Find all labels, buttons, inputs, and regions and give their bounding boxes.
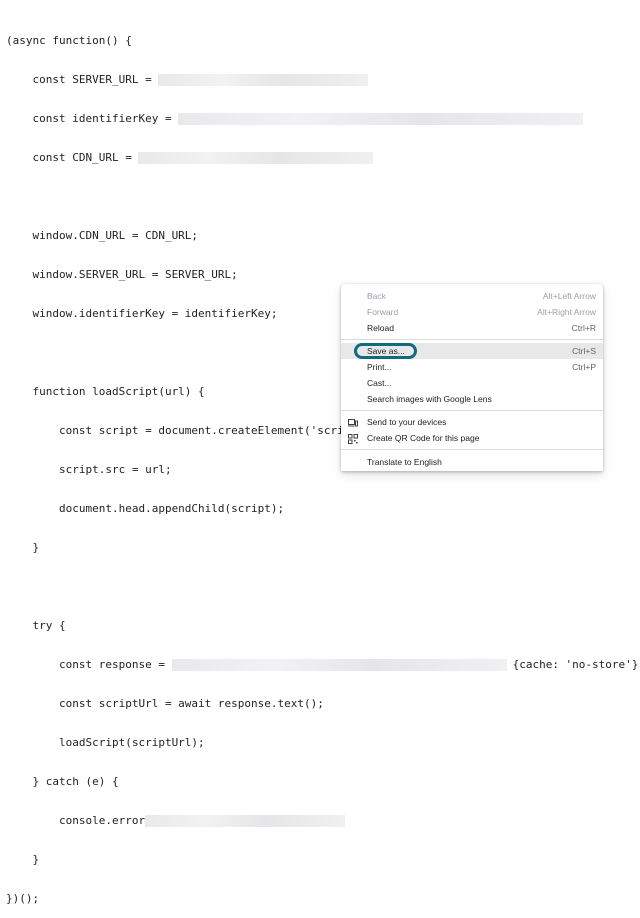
redacted-value	[138, 152, 374, 164]
redacted-value	[145, 815, 346, 827]
menu-item-label: Cast...	[367, 378, 392, 388]
code-line: (async function() {	[6, 34, 132, 47]
menu-item-shortcut: Ctrl+P	[572, 362, 596, 372]
menu-item-label: Reload	[367, 323, 394, 333]
menu-item-label: Save as...	[367, 346, 405, 356]
qr-code-icon	[348, 433, 358, 444]
menu-separator	[341, 449, 603, 450]
code-line: window.CDN_URL = CDN_URL;	[6, 229, 199, 242]
menu-item-cast[interactable]: Cast...	[341, 375, 603, 391]
code-line: }	[6, 853, 40, 866]
menu-separator	[341, 339, 603, 340]
menu-item-label: Send to your devices	[367, 417, 447, 427]
redacted-value	[178, 113, 584, 125]
code-line: console.error	[6, 814, 640, 827]
menu-item-shortcut: Alt+Right Arrow	[537, 307, 596, 317]
menu-item-label: Search images with Google Lens	[367, 394, 492, 404]
menu-item-label: Back	[367, 291, 386, 301]
menu-item-translate[interactable]: Translate to English	[341, 454, 603, 470]
code-line: const CDN_URL =	[6, 151, 640, 164]
menu-item-search-lens[interactable]: Search images with Google Lens	[341, 391, 603, 407]
menu-separator	[341, 410, 603, 411]
menu-item-send-devices[interactable]: Send to your devices	[341, 414, 603, 430]
menu-item-label: Translate to English	[367, 457, 442, 467]
code-line: } catch (e) {	[6, 775, 119, 788]
code-line: const scriptUrl = await response.text();	[6, 697, 324, 710]
context-menu: Back Alt+Left Arrow Forward Alt+Right Ar…	[341, 284, 603, 471]
code-line: const response = {cache: 'no-store'});	[6, 658, 640, 671]
code-line: const identifierKey =	[6, 112, 640, 125]
menu-item-label: Print...	[367, 362, 392, 372]
menu-item-save-as[interactable]: Save as... Ctrl+S	[341, 343, 603, 359]
menu-item-shortcut: Ctrl+S	[572, 346, 596, 356]
menu-item-reload[interactable]: Reload Ctrl+R	[341, 320, 603, 336]
redacted-value	[171, 659, 507, 671]
code-line: loadScript(scriptUrl);	[6, 736, 205, 749]
menu-item-shortcut: Ctrl+R	[571, 323, 596, 333]
menu-item-back[interactable]: Back Alt+Left Arrow	[341, 288, 603, 304]
code-line: const SERVER_URL =	[6, 73, 640, 86]
menu-item-qr-code[interactable]: Create QR Code for this page	[341, 430, 603, 446]
menu-item-label: Forward	[367, 307, 399, 317]
redacted-value	[158, 74, 369, 86]
code-line: document.head.appendChild(script);	[6, 502, 285, 515]
menu-item-label: Create QR Code for this page	[367, 433, 480, 443]
menu-item-forward[interactable]: Forward Alt+Right Arrow	[341, 304, 603, 320]
code-line: try {	[6, 619, 66, 632]
code-line: })();	[6, 892, 40, 905]
devices-icon	[348, 417, 358, 427]
code-line: window.SERVER_URL = SERVER_URL;	[6, 268, 238, 281]
code-line: }	[6, 541, 40, 554]
menu-item-shortcut: Alt+Left Arrow	[542, 291, 596, 301]
menu-item-print[interactable]: Print... Ctrl+P	[341, 359, 603, 375]
